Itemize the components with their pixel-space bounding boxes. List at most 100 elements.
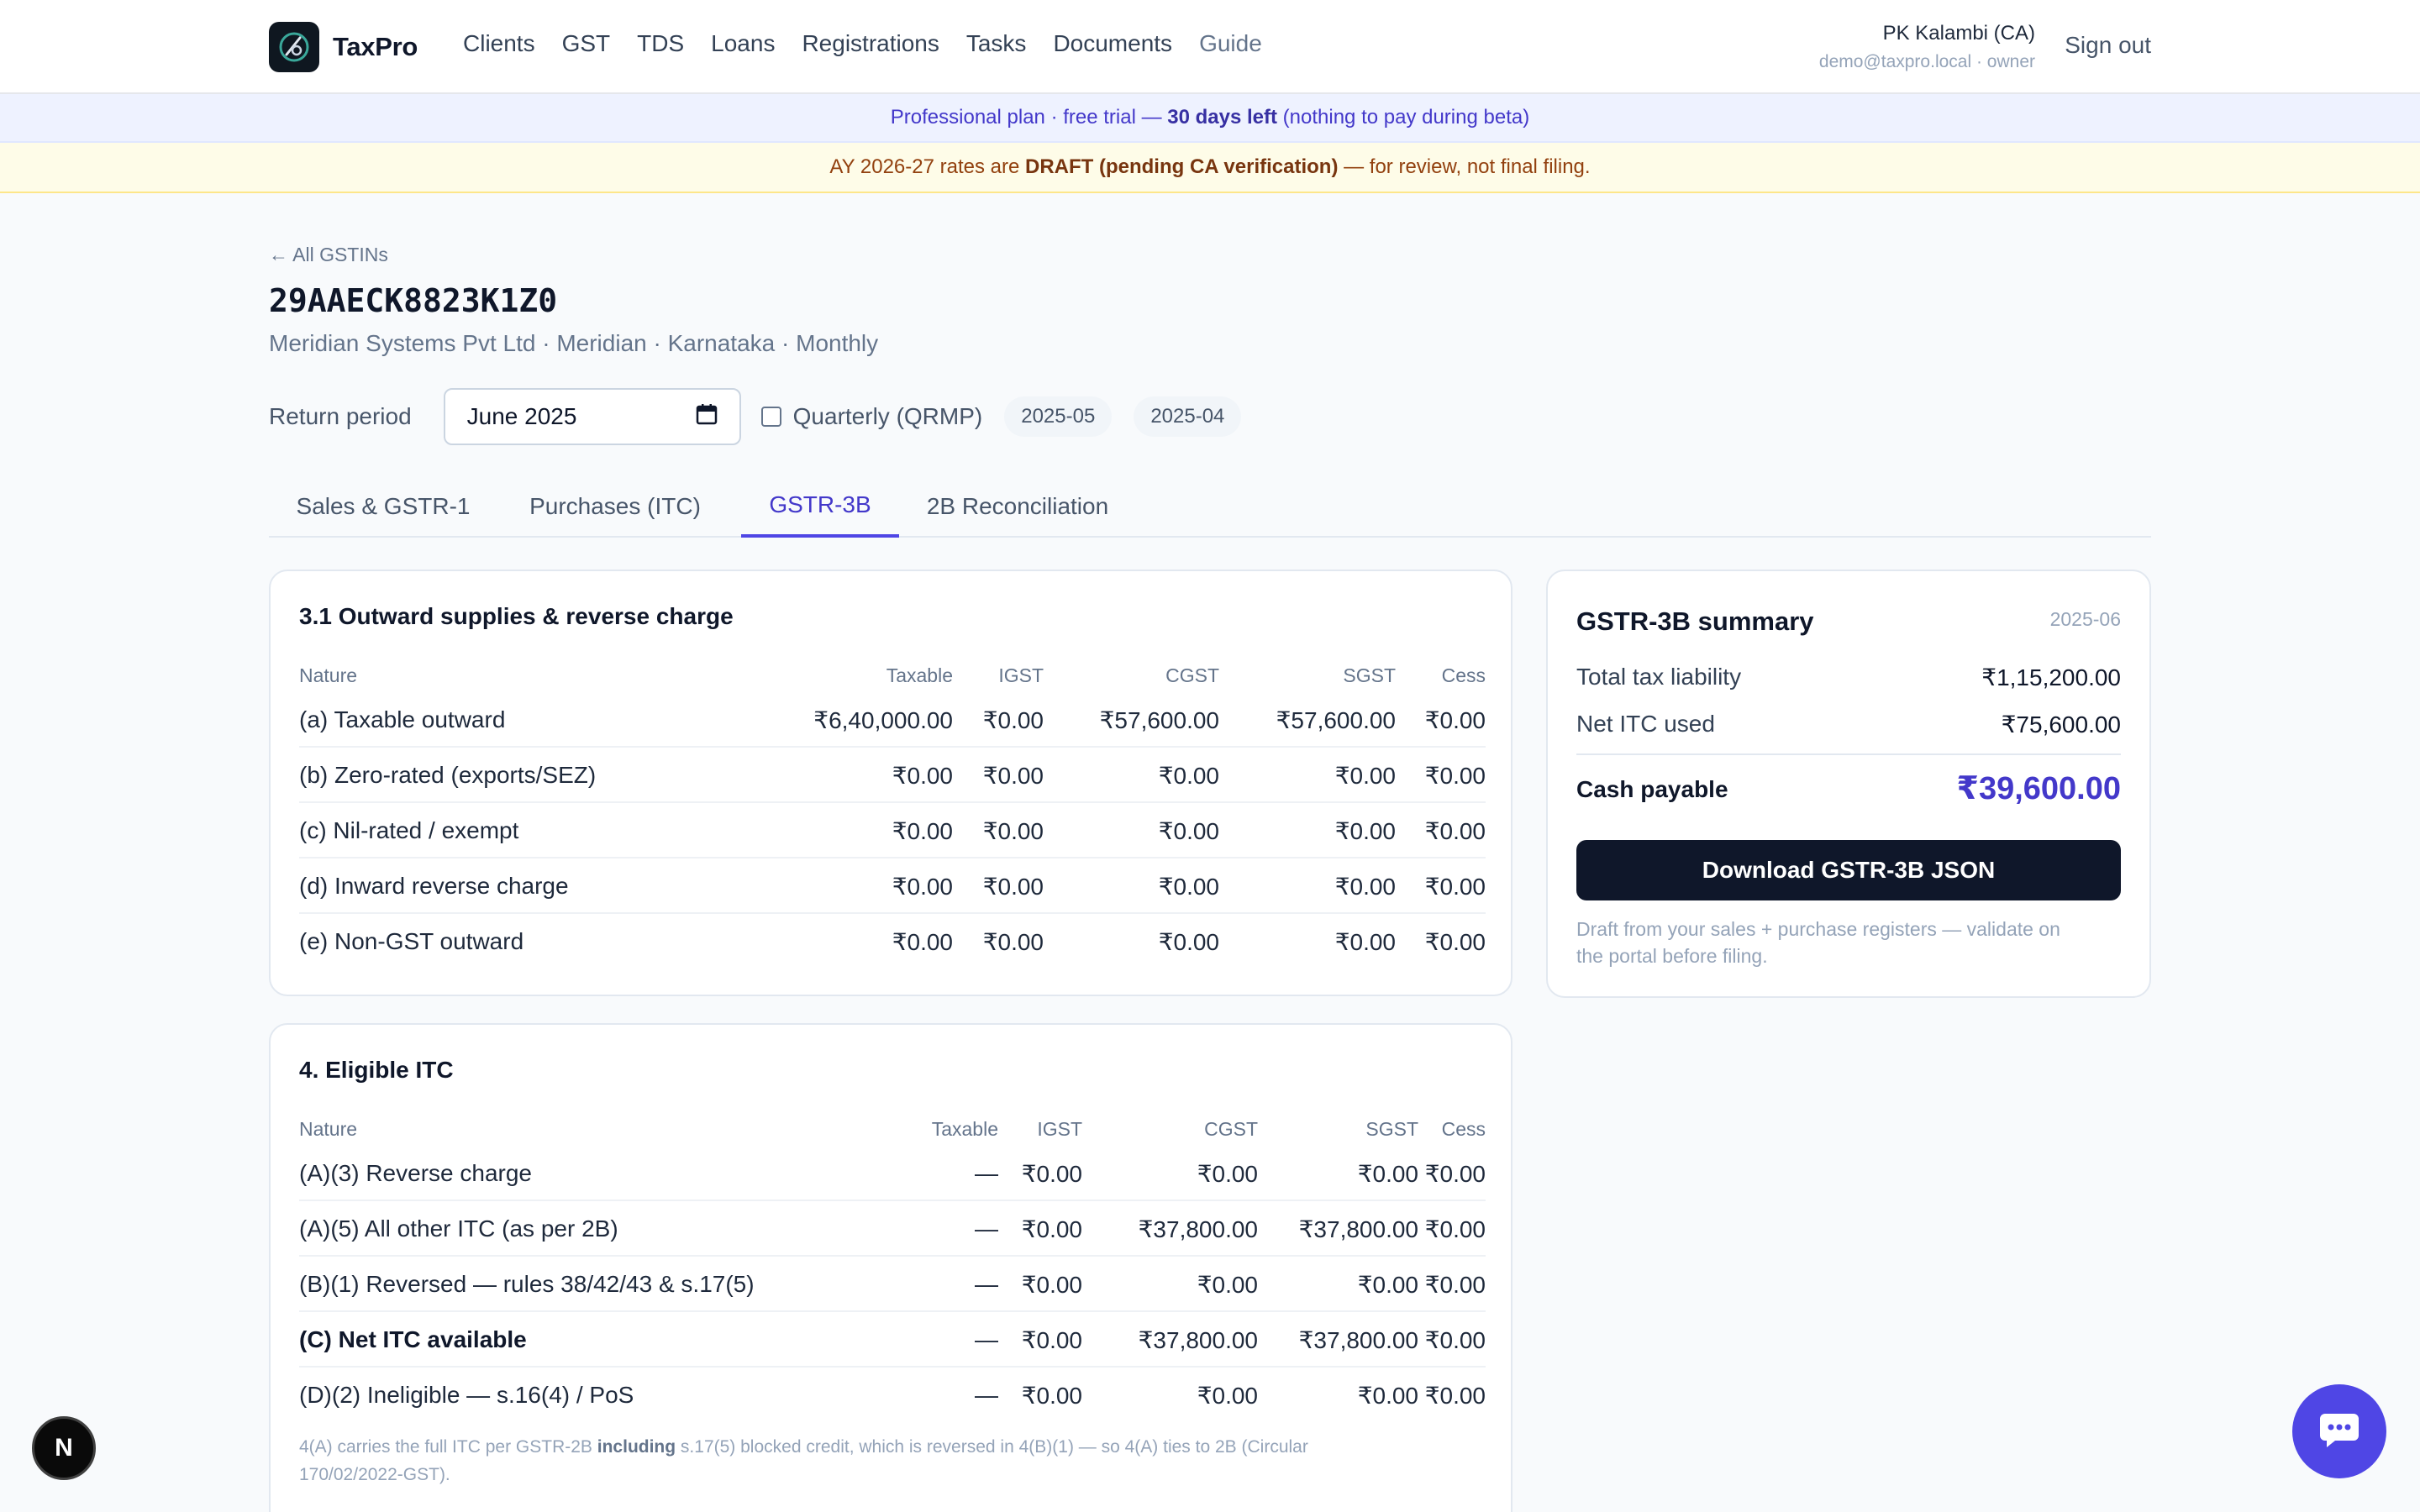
total-liability-label: Total tax liability	[1576, 664, 1742, 690]
outward-col-header: IGST	[998, 664, 1044, 686]
nav-link-tds[interactable]: TDS	[637, 30, 684, 57]
nav-link-clients[interactable]: Clients	[463, 30, 535, 57]
chat-button[interactable]	[2292, 1384, 2386, 1478]
gstr3b-summary-card: GSTR-3B summary 2025-06 Total tax liabil…	[1546, 570, 2151, 998]
draft-text-prefix: AY 2026-27 rates are	[829, 155, 1025, 178]
itc-footnote-line2: 170/02/2022-GST).	[299, 1465, 450, 1484]
tab-2b-reconciliation[interactable]: 2B Reconciliation	[899, 475, 1136, 538]
table-cell: (A)(3) Reverse charge	[299, 1160, 532, 1186]
table-cell: (e) Non-GST outward	[299, 928, 524, 954]
table-cell: ₹0.00	[1424, 929, 1486, 955]
nav-link-tasks[interactable]: Tasks	[966, 30, 1027, 57]
sign-out-button[interactable]: Sign out	[2065, 32, 2151, 59]
tab-sales-gstr1[interactable]: Sales & GSTR-1	[269, 475, 497, 538]
table-cell: ₹0.00	[982, 874, 1044, 900]
back-to-gstins-link[interactable]: ← All GSTINs	[269, 244, 388, 266]
trial-text-prefix: Professional plan · free trial —	[890, 106, 1168, 129]
table-row: (C) Net ITC available — ₹0.00 ₹37,800.00 ₹37…	[299, 1312, 1486, 1368]
itc-header-row: Nature Taxable IGST CGST SGST Cess	[299, 1112, 1486, 1146]
table-cell: ₹57,600.00	[1099, 707, 1219, 733]
brand-logo-icon	[269, 22, 319, 72]
period-chip-2025-04[interactable]: 2025-04	[1134, 396, 1242, 437]
table-cell: (c) Nil-rated / exempt	[299, 817, 519, 843]
summary-period: 2025-06	[2049, 608, 2121, 630]
itc-footnote-line1: s.17(5) blocked credit, which is reverse…	[676, 1437, 1308, 1457]
table-cell: ₹0.00	[1424, 1383, 1486, 1409]
table-cell: ₹0.00	[1424, 1272, 1486, 1298]
table-cell: —	[975, 1271, 998, 1297]
chat-bubble-icon	[2318, 1410, 2360, 1453]
summary-divider	[1576, 753, 2121, 755]
trial-text-suffix: (nothing to pay during beta)	[1277, 106, 1530, 129]
download-gstr3b-json-button[interactable]: Download GSTR-3B JSON	[1576, 840, 2121, 900]
return-period-label: Return period	[269, 403, 412, 429]
table-cell: ₹0.00	[1021, 1161, 1082, 1187]
outward-supplies-title: 3.1 Outward supplies & reverse charge	[299, 603, 734, 629]
table-cell: ₹0.00	[1158, 763, 1219, 789]
brand[interactable]: TaxPro	[269, 22, 418, 72]
period-chip-2025-05[interactable]: 2025-05	[1004, 396, 1113, 437]
draft-rates-banner: AY 2026-27 rates are DRAFT (pending CA v…	[0, 143, 2420, 193]
summary-note: Draft from your sales + purchase registe…	[1576, 916, 2121, 969]
qrmp-label: Quarterly (QRMP)	[792, 403, 983, 429]
outward-header-row: Nature Taxable IGST CGST SGST Cess	[299, 659, 1486, 692]
table-cell: ₹0.00	[1424, 874, 1486, 900]
table-cell: ₹0.00	[1158, 818, 1219, 844]
table-row: (b) Zero-rated (exports/SEZ) ₹0.00 ₹0.00 ₹0…	[299, 748, 1486, 803]
nav-link-loans[interactable]: Loans	[711, 30, 775, 57]
user-info: PK Kalambi (CA) demo@taxpro.local · owne…	[1819, 22, 2035, 72]
itc-col-header: IGST	[1037, 1117, 1082, 1140]
table-cell: ₹0.00	[1334, 818, 1396, 844]
outward-supplies-card: 3.1 Outward supplies & reverse charge Na…	[269, 570, 1512, 996]
table-cell: ₹0.00	[1424, 707, 1486, 733]
itc-col-header: CGST	[1204, 1117, 1258, 1140]
nav-link-registrations[interactable]: Registrations	[802, 30, 939, 57]
table-cell: ₹0.00	[1021, 1327, 1082, 1353]
table-cell: ₹57,600.00	[1276, 707, 1396, 733]
net-itc-value: ₹75,600.00	[2001, 711, 2121, 738]
table-cell: —	[975, 1326, 998, 1352]
nav-link-documents[interactable]: Documents	[1053, 30, 1172, 57]
brand-name: TaxPro	[333, 32, 418, 61]
net-itc-label: Net ITC used	[1576, 711, 1715, 737]
trial-days-left: 30 days left	[1167, 106, 1277, 129]
qrmp-checkbox[interactable]	[760, 407, 781, 427]
table-row: (c) Nil-rated / exempt ₹0.00 ₹0.00 ₹0.00 ₹0.…	[299, 803, 1486, 858]
nav-link-guide[interactable]: Guide	[1199, 30, 1262, 57]
table-cell: ₹0.00	[1334, 874, 1396, 900]
table-cell: ₹0.00	[1424, 1327, 1486, 1353]
table-cell: ₹0.00	[982, 707, 1044, 733]
nav-link-gst[interactable]: GST	[562, 30, 611, 57]
table-cell: ₹0.00	[1021, 1383, 1082, 1409]
nav-links: Clients GST TDS Loans Registrations Task…	[463, 30, 1262, 57]
table-cell: ₹0.00	[1158, 874, 1219, 900]
table-cell: (D)(2) Ineligible — s.16(4) / PoS	[299, 1382, 634, 1408]
table-cell: ₹0.00	[1357, 1272, 1418, 1298]
total-liability-value: ₹1,15,200.00	[1981, 664, 2121, 690]
table-row: (e) Non-GST outward ₹0.00 ₹0.00 ₹0.00 ₹0.00 ₹…	[299, 914, 1486, 969]
tab-gstr3b[interactable]: GSTR-3B	[741, 475, 899, 538]
table-cell: ₹0.00	[1197, 1272, 1258, 1298]
table-cell: (d) Inward reverse charge	[299, 873, 569, 899]
return-period-row: Return period June 2025 Quarterly (QRMP)…	[269, 388, 1242, 445]
eligible-itc-title: 4. Eligible ITC	[299, 1057, 454, 1083]
table-cell: (C) Net ITC available	[299, 1326, 527, 1352]
qrmp-toggle[interactable]: Quarterly (QRMP)	[760, 403, 983, 430]
summary-total-liability: Total tax liability ₹1,15,200.00	[1576, 660, 2121, 694]
table-row: (D)(2) Ineligible — s.16(4) / PoS — ₹0.00 ₹…	[299, 1368, 1486, 1423]
table-cell: ₹0.00	[892, 763, 953, 789]
table-cell: ₹0.00	[1424, 818, 1486, 844]
table-cell: ₹0.00	[1197, 1383, 1258, 1409]
table-cell: (A)(5) All other ITC (as per 2B)	[299, 1215, 618, 1242]
summary-note-line1: Draft from your sales + purchase registe…	[1576, 918, 2060, 940]
table-cell: ₹37,800.00	[1138, 1216, 1258, 1242]
draft-text-suffix: — for review, not final filing.	[1338, 155, 1591, 178]
tab-purchases-itc[interactable]: Purchases (ITC)	[497, 475, 733, 538]
calendar-icon[interactable]	[696, 403, 718, 431]
outward-col-header: Taxable	[886, 664, 953, 686]
return-period-input[interactable]: June 2025	[443, 388, 741, 445]
table-cell: (b) Zero-rated (exports/SEZ)	[299, 762, 597, 788]
table-cell: ₹0.00	[1424, 1216, 1486, 1242]
dev-tools-badge[interactable]: N	[32, 1416, 96, 1480]
outward-col-header: CGST	[1165, 664, 1219, 686]
